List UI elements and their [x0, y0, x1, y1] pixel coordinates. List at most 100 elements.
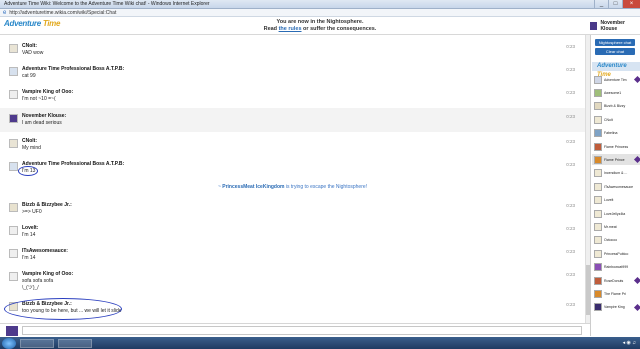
avatar[interactable] [9, 162, 18, 171]
taskbar-item[interactable] [20, 338, 54, 348]
message-time: 0:23 [566, 162, 575, 167]
avatar [594, 182, 602, 191]
avatar[interactable] [9, 203, 18, 212]
avatar[interactable] [9, 67, 18, 76]
clear-chat-button[interactable]: Clear chat [595, 48, 635, 55]
avatar[interactable] [9, 272, 18, 281]
chat-message: Bizzb & Bizzybee Jr.: >=> UF0 0:23 [0, 198, 585, 220]
user-list-item[interactable]: Adventure Tim [592, 74, 640, 85]
user-list-item[interactable]: ITsAwesomesauce [592, 181, 640, 192]
message-username[interactable]: CNolt: [22, 138, 37, 144]
avatar [594, 209, 602, 218]
rules-link[interactable]: the rules [279, 26, 302, 32]
message-username[interactable]: November Klouse: [22, 113, 66, 119]
chat-moderator-badge-icon [633, 276, 640, 285]
message-username[interactable]: Adventure Time Professional Boss A.T.P.B… [22, 66, 124, 72]
wiki-logo-part1: Adventure [4, 19, 41, 28]
alert-user[interactable]: PrincessMeat IceKingdom [222, 184, 284, 190]
message-text: cat 99 [22, 73, 36, 79]
user-list-name: Vampire King [604, 305, 625, 310]
system-tray[interactable]: ◂ ◉ ♫ [623, 340, 636, 346]
notice-text-before: Read [263, 26, 279, 32]
room-button[interactable]: Nightosphere chat [595, 39, 635, 46]
message-time: 0:23 [566, 249, 575, 254]
message-username[interactable]: Lovelt: [22, 225, 38, 231]
user-list-item[interactable]: RoseDonuts [592, 275, 640, 286]
user-list-name: Fabelina [604, 131, 618, 136]
message-text: >=> UF0 [22, 209, 42, 215]
message-time: 0:23 [566, 67, 575, 72]
user-list-name: Adventure Tim [604, 77, 627, 82]
chat-message-input[interactable] [22, 326, 582, 335]
message-time: 0:23 [566, 44, 575, 49]
chat-message: Adventure Time Professional Boss A.T.P.B… [0, 62, 585, 84]
user-list-name: LoveJellyz4ta [604, 211, 626, 216]
close-button[interactable]: × [622, 0, 640, 8]
user-list-item[interactable]: Rainbowcat999 [592, 262, 640, 273]
user-list-name: Octocoo [604, 238, 618, 243]
message-username[interactable]: Vampire King of Ooo: [22, 89, 73, 95]
address-bar[interactable]: e http://adventuretime.wikia.com/wiki/Sp… [0, 9, 640, 17]
avatar [594, 88, 602, 97]
user-list-sidebar: Nightosphere chat Clear chat Adventure T… [590, 35, 640, 336]
chat-message: Vampire King of Ooo: I'm not ~10 =~( 0:2… [0, 85, 585, 107]
message-username[interactable]: Bizzb & Bizzybee Jr.: [22, 202, 72, 208]
avatar[interactable] [9, 139, 18, 148]
user-list-item[interactable]: Awesome1 [592, 87, 640, 98]
avatar [594, 289, 602, 298]
avatar [594, 75, 602, 84]
avatar[interactable] [9, 44, 18, 53]
message-username[interactable]: CNolt: [22, 43, 37, 49]
avatar [594, 102, 602, 111]
user-list-name: ITsAwesomesauce [604, 184, 634, 189]
user-list-item[interactable]: Lovelt [592, 195, 640, 206]
user-list-item[interactable]: The Flame Pri [592, 288, 640, 299]
chat-message: Vampire King of Ooo: sofa sofa sofa \_(ツ… [0, 267, 585, 294]
user-list-name: Mr.meat [604, 224, 617, 229]
chat-message: Lovelt: I'm 14 0:23 [0, 221, 585, 243]
message-username[interactable]: Adventure Time Professional Boss A.T.P.B… [22, 161, 124, 167]
user-list-item[interactable]: Flame Princess [592, 141, 640, 152]
avatar [594, 115, 602, 124]
maximize-button[interactable]: □ [608, 0, 622, 8]
user-list-item[interactable]: Mr.meat [592, 221, 640, 232]
user-list-item[interactable]: PrincessPubloo [592, 248, 640, 259]
user-list-item[interactable]: LoveJellyz4ta [592, 208, 640, 219]
chat-messages[interactable]: CNolt: VAD wow 0:23 Adventure Time Profe… [0, 35, 585, 323]
current-user[interactable]: November Klouse [590, 20, 640, 32]
user-list-name: Rainbowcat999 [604, 265, 629, 270]
avatar[interactable] [9, 249, 18, 258]
avatar[interactable] [9, 114, 18, 123]
user-list-name: Flame Prince [604, 157, 625, 162]
avatar [594, 155, 602, 164]
message-username[interactable]: ITsAwesomesauce: [22, 248, 68, 254]
message-time: 0:23 [566, 302, 575, 307]
sidebar-logo: Adventure Time [592, 62, 640, 78]
avatar [594, 169, 602, 178]
user-list-item[interactable]: Fabelina [592, 128, 640, 139]
wiki-logo[interactable]: Adventure Time [4, 19, 60, 28]
avatar [590, 22, 598, 30]
user-list-name: The Flame Pri [604, 291, 626, 296]
user-list-item[interactable]: Flame Prince [592, 154, 640, 166]
user-list-item[interactable]: Bizzb & Bizzy [592, 101, 640, 112]
user-list-item[interactable]: Vampire King [592, 302, 640, 313]
start-button[interactable] [2, 337, 16, 349]
chat-message: CNolt: VAD wow 0:23 [0, 39, 585, 61]
user-list-item[interactable]: CNolt [592, 114, 640, 125]
user-list-item[interactable]: Octocoo [592, 235, 640, 246]
chat-moderator-badge-icon [633, 156, 640, 164]
avatar[interactable] [9, 90, 18, 99]
user-list-name: Incendium & ... [604, 171, 628, 176]
taskbar-item[interactable] [58, 338, 92, 348]
message-username[interactable]: Vampire King of Ooo: [22, 271, 73, 277]
avatar [594, 129, 602, 138]
address-url[interactable]: http://adventuretime.wikia.com/wiki/Spec… [9, 10, 116, 16]
message-time: 0:23 [566, 114, 575, 119]
user-list-item[interactable]: Incendium & ... [592, 168, 640, 179]
avatar[interactable] [9, 226, 18, 235]
chat-message: November Klouse: I am dead serious 0:23 [0, 108, 585, 132]
message-time: 0:23 [566, 90, 575, 95]
avatar [594, 236, 602, 245]
minimize-button[interactable]: _ [594, 0, 608, 8]
